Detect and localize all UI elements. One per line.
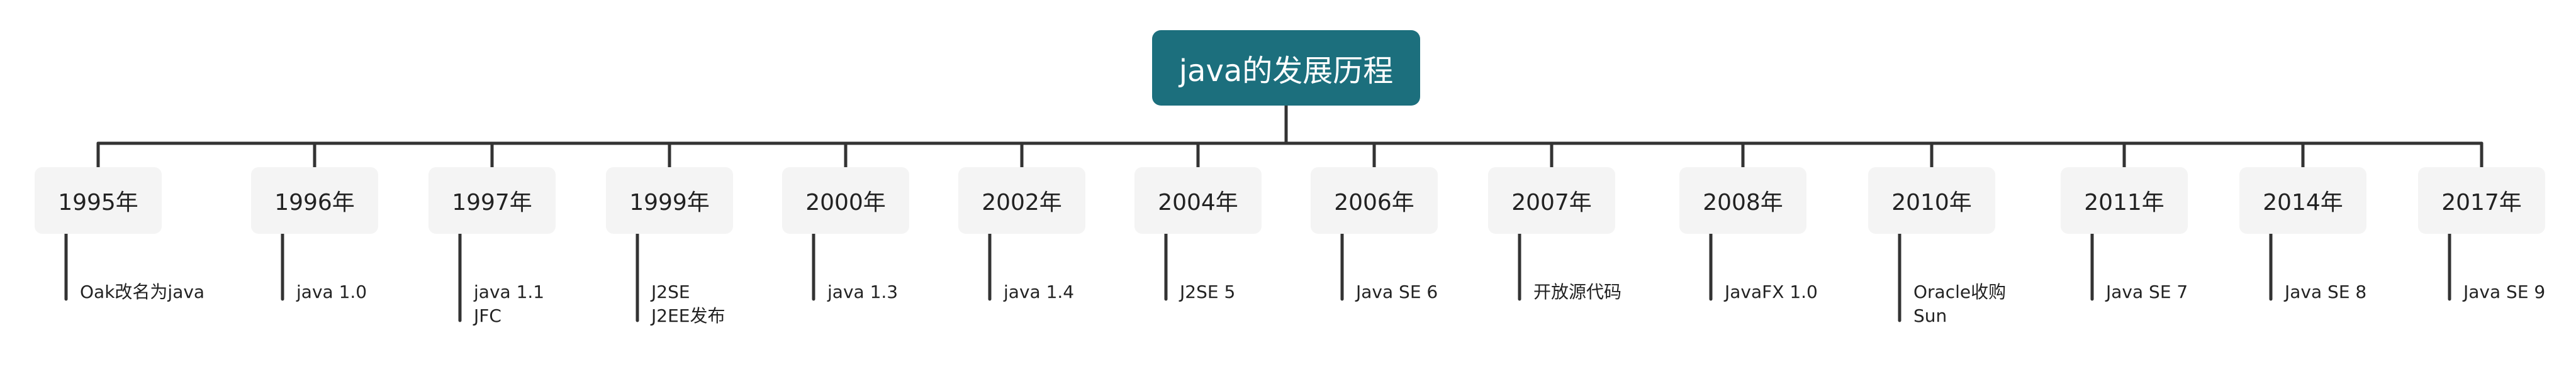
event-text-line: J2SE 5 xyxy=(1180,282,1236,302)
event-text[interactable]: 开放源代码 xyxy=(1533,280,1621,304)
year-node[interactable]: 2010年 xyxy=(1868,167,1995,234)
mind-map-canvas: java的发展历程 1995年 Oak改名为java 1996年 java 1.0 19… xyxy=(0,0,2576,367)
event-text[interactable]: java 1.3 xyxy=(827,280,898,304)
event-text-line: Java SE 8 xyxy=(2285,282,2367,302)
event-text-line: Java SE 6 xyxy=(1356,282,1438,302)
year-node[interactable]: 1999年 xyxy=(606,167,733,234)
year-node[interactable]: 2002年 xyxy=(958,167,1085,234)
event-text-line: java 1.3 xyxy=(827,282,899,302)
event-text-line: java 1.0 xyxy=(296,282,367,302)
year-node[interactable]: 1995年 xyxy=(35,167,162,234)
year-node[interactable]: 2006年 xyxy=(1311,167,1438,234)
year-node[interactable]: 2008年 xyxy=(1679,167,1806,234)
event-text-line: 开放源代码 xyxy=(1533,282,1622,302)
event-text-line: Java SE 9 xyxy=(2463,282,2546,302)
event-text[interactable]: Oracle收购 Sun xyxy=(1913,280,2006,328)
event-text[interactable]: JavaFX 1.0 xyxy=(1725,280,1818,304)
year-node[interactable]: 2007年 xyxy=(1488,167,1615,234)
event-text-line: JFC xyxy=(474,305,501,326)
root-node-title[interactable]: java的发展历程 xyxy=(1152,30,1420,106)
event-text-line: JavaFX 1.0 xyxy=(1725,282,1818,302)
event-text[interactable]: java 1.4 xyxy=(1004,280,1074,304)
year-node[interactable]: 2004年 xyxy=(1134,167,1262,234)
event-text[interactable]: Java SE 9 xyxy=(2463,280,2545,304)
event-text-line: java 1.4 xyxy=(1004,282,1075,302)
event-text-line: J2SE xyxy=(651,282,690,302)
event-text[interactable]: Java SE 7 xyxy=(2106,280,2188,304)
event-text[interactable]: java 1.0 xyxy=(296,280,367,304)
year-node[interactable]: 1997年 xyxy=(428,167,556,234)
event-text[interactable]: Java SE 6 xyxy=(1356,280,1438,304)
event-text-line: Java SE 7 xyxy=(2106,282,2188,302)
event-text[interactable]: J2SE J2EE发布 xyxy=(651,280,725,328)
event-text[interactable]: java 1.1 JFC xyxy=(474,280,544,328)
event-text[interactable]: Oak改名为java xyxy=(80,280,204,304)
event-text-line: J2EE发布 xyxy=(651,305,725,326)
year-node[interactable]: 2017年 xyxy=(2418,167,2545,234)
event-text[interactable]: Java SE 8 xyxy=(2285,280,2366,304)
event-text-line: Sun xyxy=(1913,305,1947,326)
year-node[interactable]: 2014年 xyxy=(2239,167,2366,234)
event-text-line: java 1.1 xyxy=(474,282,545,302)
event-text-line: Oak改名为java xyxy=(80,282,205,302)
event-text[interactable]: J2SE 5 xyxy=(1180,280,1235,304)
year-node[interactable]: 1996年 xyxy=(251,167,378,234)
year-node[interactable]: 2000年 xyxy=(782,167,909,234)
year-node[interactable]: 2011年 xyxy=(2061,167,2188,234)
event-text-line: Oracle收购 xyxy=(1913,282,2007,302)
